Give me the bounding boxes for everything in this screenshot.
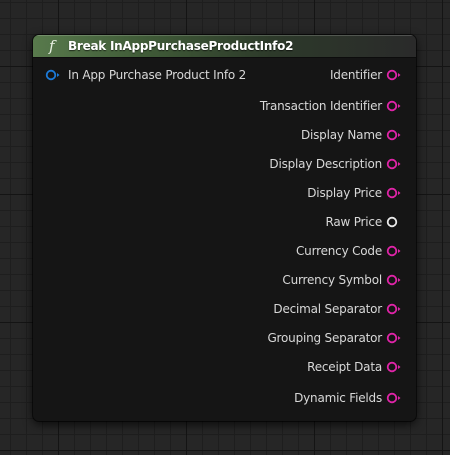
node-title: Break InAppPurchaseProductInfo2	[68, 39, 294, 53]
output-pin-label: Display Description	[269, 157, 382, 171]
input-pin-label: In App Purchase Product Info 2	[68, 68, 247, 82]
output-pin-label: Identifier	[329, 68, 382, 82]
output-pin-label: Display Price	[307, 186, 382, 200]
string-pin-icon[interactable]	[386, 158, 404, 170]
output-pin-label: Display Name	[300, 128, 382, 142]
output-pin-label: Currency Symbol	[282, 273, 382, 287]
function-icon: f	[49, 37, 55, 55]
output-pin-label: Raw Price	[325, 215, 382, 229]
output-pin-label: Grouping Separator	[267, 331, 382, 345]
output-pin-label: Dynamic Fields	[294, 391, 382, 405]
output-pin-label: Decimal Separator	[273, 302, 382, 316]
string-pin-icon[interactable]	[386, 274, 404, 286]
output-pin-label: Receipt Data	[307, 360, 382, 374]
struct-input-pin-icon[interactable]	[45, 69, 63, 81]
string-pin-icon[interactable]	[386, 129, 404, 141]
string-pin-icon[interactable]	[386, 69, 404, 81]
node-header[interactable]: f Break InAppPurchaseProductInfo2	[33, 35, 416, 58]
string-pin-icon[interactable]	[386, 332, 404, 344]
string-pin-icon[interactable]	[386, 100, 404, 112]
output-pin-label: Currency Code	[296, 244, 382, 258]
string-pin-icon[interactable]	[386, 187, 404, 199]
string-pin-icon[interactable]	[386, 303, 404, 315]
output-pin-label: Transaction Identifier	[259, 99, 382, 113]
string-pin-icon[interactable]	[386, 392, 404, 404]
string-pin-icon[interactable]	[386, 361, 404, 373]
float-pin-icon[interactable]	[386, 216, 404, 228]
string-pin-icon[interactable]	[386, 245, 404, 257]
break-struct-node[interactable]: f Break InAppPurchaseProductInfo2 In App…	[33, 35, 416, 421]
